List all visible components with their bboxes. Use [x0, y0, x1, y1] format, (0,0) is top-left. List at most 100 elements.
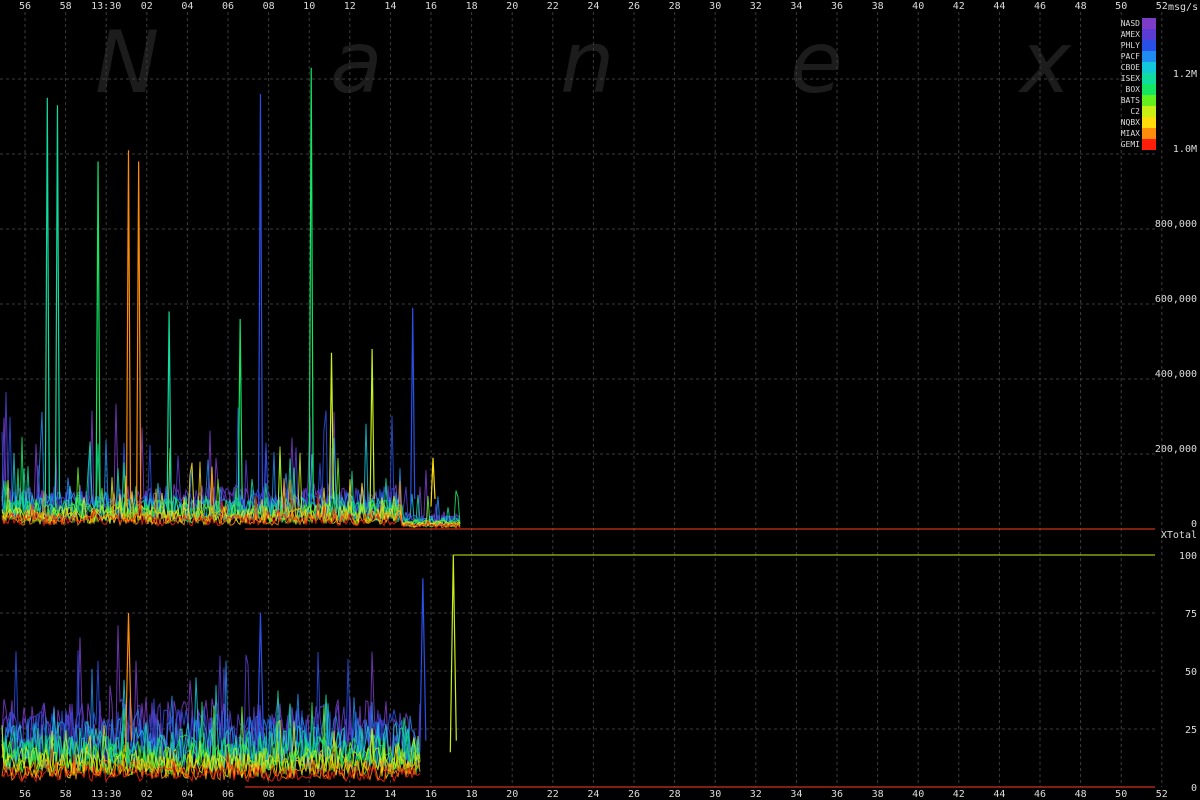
x-tick-label-bottom: 58 [60, 789, 72, 800]
x-tick-label-top: 12 [344, 1, 356, 12]
y-tick-label-bottom: 0 [1191, 783, 1197, 794]
x-tick-label-top: 48 [1075, 1, 1087, 12]
legend-label: MIAX [1121, 129, 1140, 138]
x-tick-label-top: 16 [425, 1, 437, 12]
x-tick-label-top: 38 [872, 1, 884, 12]
y-tick-label-bottom: 25 [1185, 725, 1197, 736]
legend-swatch [1142, 128, 1156, 139]
x-tick-label-bottom: 46 [1034, 789, 1046, 800]
x-tick-label-bottom: 44 [993, 789, 1005, 800]
legend-label: BOX [1126, 85, 1141, 94]
x-tick-label-bottom: 16 [425, 789, 437, 800]
watermark-letter: n [560, 13, 615, 113]
legend-label: PACF [1121, 52, 1140, 61]
x-tick-label-top: 42 [953, 1, 965, 12]
x-tick-label-bottom: 20 [506, 789, 518, 800]
y-tick-label-bottom: 75 [1185, 609, 1197, 620]
x-tick-label-top: 02 [141, 1, 153, 12]
legend-label: CBOE [1121, 63, 1140, 72]
x-tick-label-top: 56 [19, 1, 31, 12]
x-tick-label-bottom: 02 [141, 789, 153, 800]
x-tick-label-bottom: 13:30 [91, 789, 121, 800]
x-tick-label-bottom: 12 [344, 789, 356, 800]
x-tick-label-bottom: 14 [384, 789, 396, 800]
x-tick-label-top: 30 [709, 1, 721, 12]
x-tick-label-top: 26 [628, 1, 640, 12]
x-tick-label-top: 46 [1034, 1, 1046, 12]
legend-swatch [1142, 84, 1156, 95]
y-tick-label-top: 200,000 [1155, 444, 1197, 455]
x-tick-label-bottom: 38 [872, 789, 884, 800]
legend-label: NQBX [1121, 118, 1140, 127]
x-tick-label-top: 14 [384, 1, 396, 12]
x-tick-label-bottom: 30 [709, 789, 721, 800]
y-tick-label-top: 1.2M [1173, 69, 1197, 80]
x-tick-label-top: 04 [181, 1, 193, 12]
chart-background [0, 0, 1200, 800]
watermark-letter: a [330, 13, 383, 113]
x-tick-label-bottom: 22 [547, 789, 559, 800]
y-tick-label-top: 800,000 [1155, 219, 1197, 230]
legend-swatch [1142, 40, 1156, 51]
x-tick-label-top: 44 [993, 1, 1005, 12]
legend-label: GEMI [1121, 140, 1140, 149]
legend-label: BATS [1121, 96, 1140, 105]
legend-label: ISEX [1121, 74, 1140, 83]
x-tick-label-top: 10 [303, 1, 315, 12]
watermark-letter: x [1017, 13, 1072, 113]
x-tick-label-top: 24 [587, 1, 599, 12]
x-tick-label-bottom: 26 [628, 789, 640, 800]
legend-label: AMEX [1121, 30, 1140, 39]
x-tick-label-top: 34 [790, 1, 802, 12]
x-tick-label-bottom: 42 [953, 789, 965, 800]
legend-swatch [1142, 73, 1156, 84]
x-tick-label-bottom: 56 [19, 789, 31, 800]
x-tick-label-top: 58 [60, 1, 72, 12]
x-tick-label-bottom: 28 [669, 789, 681, 800]
x-tick-label-bottom: 10 [303, 789, 315, 800]
x-tick-label-bottom: 40 [912, 789, 924, 800]
unit-label: msg/s [1168, 2, 1198, 13]
legend-label: NASD [1121, 19, 1140, 28]
y-tick-label-top: 0 [1191, 519, 1197, 530]
legend-swatch [1142, 29, 1156, 40]
x-tick-label-top: 13:30 [91, 1, 121, 12]
x-tick-label-bottom: 34 [790, 789, 802, 800]
x-tick-label-bottom: 24 [587, 789, 599, 800]
x-tick-label-top: 06 [222, 1, 234, 12]
x-tick-label-bottom: 36 [831, 789, 843, 800]
x-tick-label-top: 36 [831, 1, 843, 12]
x-tick-label-top: 18 [466, 1, 478, 12]
legend-swatch [1142, 51, 1156, 62]
legend-swatch [1142, 139, 1156, 150]
x-tick-label-top: 20 [506, 1, 518, 12]
legend-swatch [1142, 62, 1156, 73]
x-tick-label-bottom: 04 [181, 789, 193, 800]
y-tick-label-top: 1.0M [1173, 144, 1197, 155]
y-tick-label-bottom: 100 [1179, 551, 1197, 562]
legend-swatch [1142, 117, 1156, 128]
watermark-letter: e [790, 13, 843, 113]
market-data-chart: Nanex 5656585813:3013:300202040406060808… [0, 0, 1200, 800]
legend-swatch [1142, 18, 1156, 29]
x-tick-label-top: 08 [263, 1, 275, 12]
x-tick-label-bottom: 18 [466, 789, 478, 800]
x-tick-label-bottom: 06 [222, 789, 234, 800]
legend-label: PHLY [1121, 41, 1140, 50]
x-tick-label-bottom: 32 [750, 789, 762, 800]
x-tick-label-bottom: 48 [1075, 789, 1087, 800]
y-tick-label-top: 400,000 [1155, 369, 1197, 380]
legend-swatch [1142, 106, 1156, 117]
x-tick-label-bottom: 50 [1115, 789, 1127, 800]
bottom-panel-title: XTotal [1161, 530, 1197, 541]
x-tick-label-top: 50 [1115, 1, 1127, 12]
x-tick-label-bottom: 52 [1156, 789, 1168, 800]
x-tick-label-top: 22 [547, 1, 559, 12]
x-tick-label-top: 28 [669, 1, 681, 12]
x-tick-label-top: 52 [1156, 1, 1168, 12]
x-tick-label-top: 40 [912, 1, 924, 12]
x-tick-label-bottom: 08 [263, 789, 275, 800]
legend-swatch [1142, 95, 1156, 106]
x-tick-label-top: 32 [750, 1, 762, 12]
y-tick-label-top: 600,000 [1155, 294, 1197, 305]
